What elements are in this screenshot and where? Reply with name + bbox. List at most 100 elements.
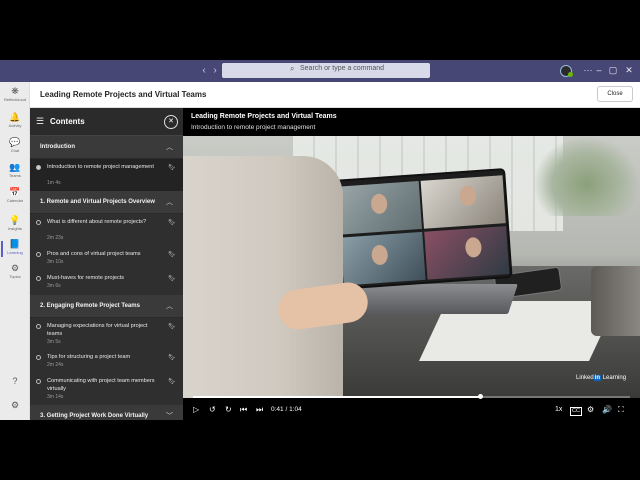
video-call-tile	[420, 175, 506, 229]
app-rail: ❋ Reflectcloud 🔔 Activity 💬 Chat 👥 Teams…	[0, 82, 30, 420]
laptop-screen	[329, 167, 513, 291]
lesson-duration: 3m 10s	[47, 259, 64, 265]
lesson-status-icon	[36, 252, 41, 257]
bookmark-icon[interactable]: 🔖︎	[168, 164, 176, 171]
linkedin-learning-logo: Linkedin Learning	[576, 375, 627, 381]
rail-item-chat[interactable]: 💬 Chat	[0, 137, 30, 159]
rail-item-label: Calendar	[6, 198, 24, 203]
playback-speed-button[interactable]: 1x	[555, 405, 562, 415]
progress-bar[interactable]	[193, 394, 630, 399]
section-overview[interactable]: 1. Remote and Virtual Projects Overview …	[30, 191, 183, 214]
lightbulb-icon: 💡	[9, 215, 21, 225]
lesson-title: What is different about remote projects?	[47, 219, 147, 225]
list-icon: ☰	[36, 116, 45, 126]
fullscreen-icon[interactable]: ⛶	[618, 405, 624, 415]
lesson-item[interactable]: Pros and cons of virtual project teams 3…	[30, 246, 183, 270]
bookmark-icon[interactable]: 🔖︎	[168, 323, 176, 330]
chevron-up-icon: ︿	[166, 303, 173, 310]
contents-header: ☰ Contents ✕	[30, 108, 183, 136]
video-subtitle: Introduction to remote project managemen…	[191, 124, 316, 131]
close-contents-button[interactable]: ✕	[164, 115, 178, 129]
video-call-tile	[340, 231, 426, 286]
lesson-item[interactable]: Communicating with project team members …	[30, 373, 183, 405]
help-button[interactable]: ?	[0, 376, 30, 398]
video-frame[interactable]: Linkedin Learning	[183, 136, 640, 398]
rail-item-label: Learning	[7, 250, 23, 255]
page-title: Leading Remote Projects and Virtual Team…	[40, 90, 207, 99]
rail-item-calendar[interactable]: 📅 Calendar	[0, 187, 30, 209]
next-icon[interactable]: ⏭	[256, 405, 263, 415]
volume-icon[interactable]: 🔊	[602, 405, 612, 415]
lesson-item[interactable]: Tips for structuring a project team 2m 2…	[30, 349, 183, 373]
bell-icon: 🔔	[9, 112, 21, 122]
rail-item-label: Reflectcloud	[3, 97, 26, 102]
chevron-up-icon: ︿	[166, 144, 173, 151]
reflectcloud-icon: ❋	[11, 86, 19, 96]
rail-item-activity[interactable]: 🔔 Activity	[0, 112, 30, 134]
lesson-status-icon	[36, 379, 41, 384]
plant-image	[533, 136, 640, 216]
teams-icon: 👥	[9, 162, 21, 172]
previous-icon[interactable]: ⏮	[240, 405, 247, 415]
lesson-title: Communicating with project team members …	[47, 378, 155, 392]
rail-item-teams[interactable]: 👥 Teams	[0, 162, 30, 184]
teams-window: ‹ › ⌕ Search or type a command ··· – ▢ ✕…	[0, 60, 640, 420]
back-arrow-icon[interactable]: ‹	[199, 64, 209, 78]
chat-icon: 💬	[9, 137, 21, 147]
captions-icon[interactable]: CC	[570, 407, 582, 416]
maximize-button[interactable]: ▢	[606, 63, 620, 77]
lesson-duration: 2m 24s	[47, 362, 64, 368]
lesson-item[interactable]: Managing expectations for virtual projec…	[30, 318, 183, 349]
progress-fill	[193, 396, 480, 398]
lesson-title: Managing expectations for virtual projec…	[47, 323, 148, 337]
rail-item-insights[interactable]: 💡 Insights	[0, 215, 30, 237]
settings-button[interactable]: ⚙	[0, 400, 30, 420]
lesson-duration: 1m 4s	[47, 180, 61, 186]
forward-10-icon[interactable]: ↻	[225, 405, 232, 415]
search-input[interactable]: ⌕ Search or type a command	[222, 63, 430, 78]
section-introduction[interactable]: Introduction ︿	[30, 136, 183, 159]
contents-panel: ☰ Contents ✕ Introduction ︿ Introduction…	[30, 108, 183, 420]
lesson-item[interactable]: Introduction to remote project managemen…	[30, 159, 183, 191]
time-display: 0:41 / 1:04	[271, 406, 302, 413]
video-player[interactable]: Leading Remote Projects and Virtual Team…	[183, 108, 640, 420]
lesson-item[interactable]: Must-haves for remote projects 3m 6s 🔖︎	[30, 270, 183, 295]
video-call-tile	[424, 226, 510, 280]
bookmark-icon[interactable]: 🔖︎	[168, 354, 176, 361]
video-title: Leading Remote Projects and Virtual Team…	[191, 113, 337, 120]
rail-item-topics[interactable]: ⚙ Topics	[0, 263, 30, 285]
rail-item-label: Teams	[9, 173, 21, 178]
lesson-duration: 3m 5s	[47, 339, 61, 345]
lesson-duration: 3m 14s	[47, 394, 64, 400]
contents-title: Contents	[50, 117, 85, 126]
search-placeholder: Search or type a command	[300, 65, 385, 72]
calendar-icon: 📅	[9, 187, 21, 197]
lesson-title: Introduction to remote project managemen…	[47, 164, 154, 170]
bookmark-icon[interactable]: 🔖︎	[168, 219, 176, 226]
lesson-item[interactable]: What is different about remote projects?…	[30, 214, 183, 246]
settings-icon[interactable]: ⚙	[587, 405, 594, 415]
bookmark-icon[interactable]: 🔖︎	[168, 251, 176, 258]
avatar[interactable]	[560, 65, 573, 77]
course-header: Leading Remote Projects and Virtual Team…	[30, 82, 640, 108]
rail-item-learning[interactable]: 📘 Learning	[0, 239, 30, 261]
bookmark-icon[interactable]: 🔖︎	[168, 275, 176, 282]
section-title: 3. Getting Project Work Done Virtually	[40, 413, 149, 419]
minimize-button[interactable]: –	[592, 63, 606, 77]
topics-icon: ⚙	[10, 263, 20, 273]
rewind-10-icon[interactable]: ↺	[209, 405, 216, 415]
rail-item-label: Activity	[8, 123, 22, 128]
play-icon[interactable]: ▷	[193, 405, 199, 415]
forward-arrow-icon[interactable]: ›	[210, 64, 220, 78]
close-button[interactable]: Close	[597, 86, 633, 102]
bookmark-icon[interactable]: 🔖︎	[168, 378, 176, 385]
mug-image	[591, 266, 640, 336]
section-getting-work-done[interactable]: 3. Getting Project Work Done Virtually ﹀	[30, 405, 183, 420]
section-engaging-teams[interactable]: 2. Engaging Remote Project Teams ︿	[30, 295, 183, 318]
progress-thumb[interactable]	[477, 394, 483, 399]
close-window-button[interactable]: ✕	[622, 63, 636, 77]
lesson-title: Tips for structuring a project team	[47, 354, 131, 360]
rail-item-reflectcloud[interactable]: ❋ Reflectcloud	[0, 86, 30, 108]
video-call-tile	[336, 181, 422, 235]
chevron-up-icon: ︿	[166, 199, 173, 206]
